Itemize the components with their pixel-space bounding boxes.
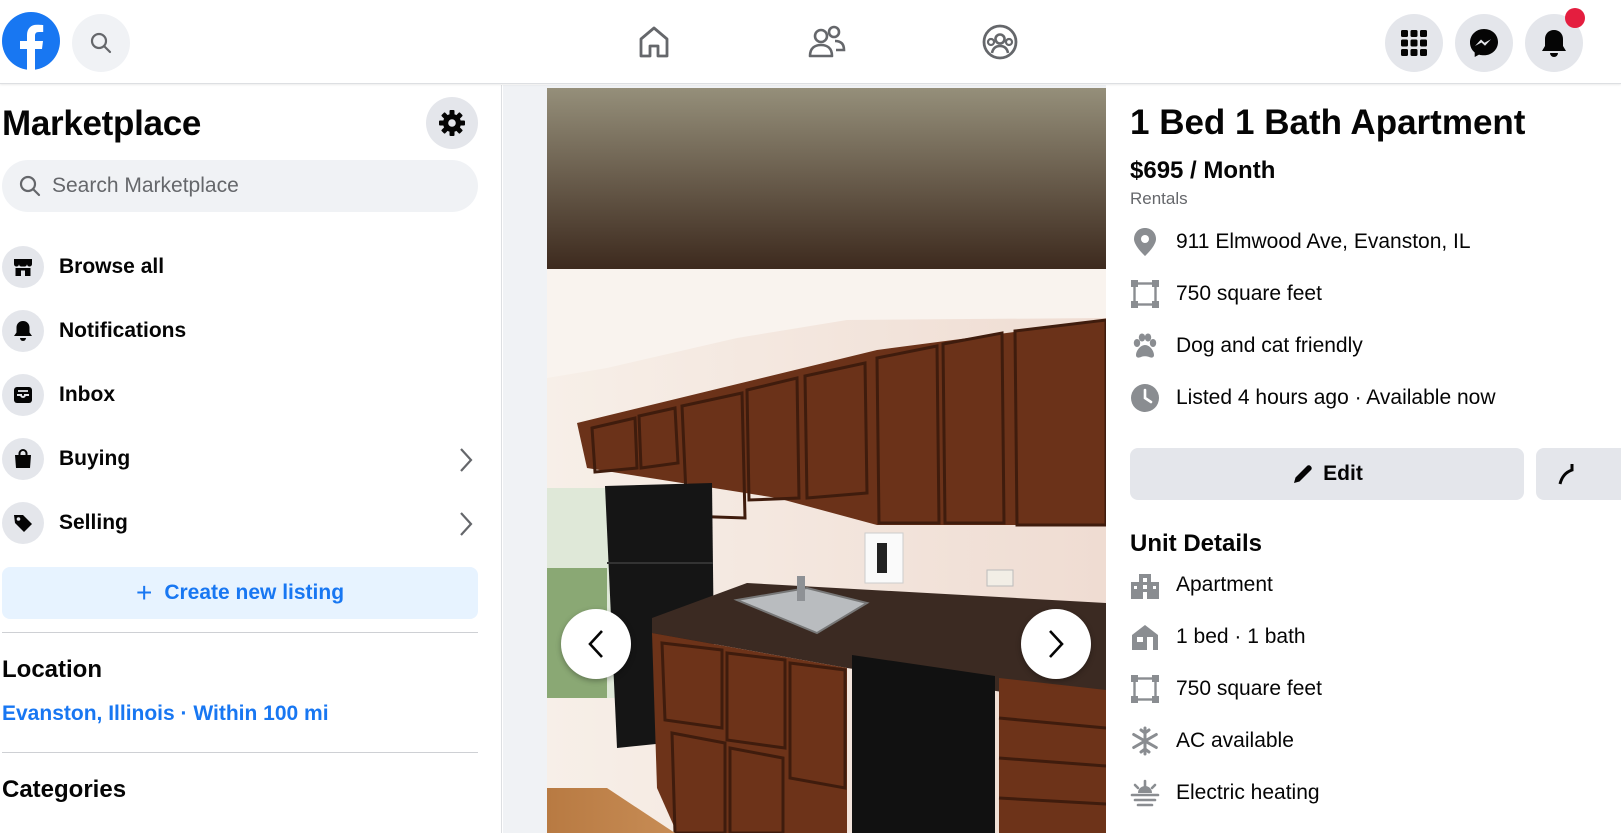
- friends-tab[interactable]: [803, 18, 851, 66]
- messenger-icon: [1470, 29, 1498, 57]
- listing-fact-listed: Listed 4 hours ago · Available now: [1130, 382, 1496, 414]
- unit-detail-rooms: 1 bed · 1 bath: [1130, 621, 1306, 653]
- settings-button[interactable]: [426, 97, 478, 149]
- listing-title: 1 Bed 1 Bath Apartment: [1130, 103, 1526, 142]
- kitchen-photo: [547, 88, 1106, 833]
- unit-details-heading: Unit Details: [1130, 530, 1263, 557]
- area-icon: [1130, 279, 1160, 309]
- divider: [2, 752, 478, 753]
- location-heading: Location: [2, 656, 102, 683]
- heating-icon: [1130, 778, 1160, 808]
- groups-tab[interactable]: [976, 18, 1024, 66]
- fact-text: Dog and cat friendly: [1176, 334, 1363, 357]
- sidebar-item-label: Notifications: [59, 319, 187, 342]
- building-icon: [1130, 570, 1160, 600]
- home-tab[interactable]: [630, 18, 678, 66]
- notification-badge: [1565, 8, 1585, 28]
- marketplace-search[interactable]: [2, 160, 478, 212]
- chevron-right-icon: [460, 448, 473, 472]
- edit-listing-button[interactable]: Edit: [1130, 448, 1524, 500]
- unit-detail-text: AC available: [1176, 729, 1294, 752]
- unit-detail-heating: Electric heating: [1130, 777, 1320, 809]
- sidebar-item-label: Buying: [59, 447, 131, 470]
- clock-icon: [1130, 383, 1160, 413]
- storefront-icon: [2, 246, 44, 288]
- menu-button[interactable]: [1385, 14, 1443, 72]
- chevron-right-icon: [460, 512, 473, 536]
- plus-icon: +: [135, 577, 153, 608]
- sidebar-item-selling[interactable]: Selling: [0, 495, 486, 551]
- sidebar-item-label: Inbox: [59, 383, 115, 406]
- snowflake-icon: [1130, 726, 1160, 756]
- chevron-left-icon: [588, 630, 603, 658]
- unit-detail-text: Electric heating: [1176, 781, 1320, 804]
- previous-photo-button[interactable]: [561, 609, 631, 679]
- next-photo-button[interactable]: [1021, 609, 1091, 679]
- fact-text: 911 Elmwood Ave, Evanston, IL: [1176, 230, 1471, 253]
- pencil-icon: [1294, 465, 1312, 483]
- facebook-logo[interactable]: [2, 12, 60, 70]
- fact-text: 750 square feet: [1176, 282, 1322, 305]
- listing-fact-pets: Dog and cat friendly: [1130, 330, 1363, 362]
- search-button[interactable]: [72, 14, 130, 72]
- menu-grid-icon: [1401, 30, 1427, 56]
- listing-photo: [547, 88, 1106, 833]
- messenger-button[interactable]: [1455, 14, 1513, 72]
- search-icon: [90, 32, 112, 54]
- chevron-right-icon: [1049, 630, 1064, 658]
- bell-icon: [1542, 30, 1566, 57]
- location-link[interactable]: Evanston, Illinois · Within 100 mi: [2, 702, 329, 726]
- listing-category[interactable]: Rentals: [1130, 189, 1188, 209]
- gear-icon: [439, 110, 465, 136]
- categories-heading: Categories: [2, 776, 127, 803]
- bell-icon: [2, 310, 44, 352]
- listing-price: $695 / Month: [1130, 157, 1276, 184]
- edit-label: Edit: [1323, 462, 1363, 485]
- shopping-bag-icon: [2, 438, 44, 480]
- inbox-icon: [2, 374, 44, 416]
- divider: [2, 632, 478, 633]
- page-title: Marketplace: [2, 104, 202, 143]
- location-pin-icon: [1130, 227, 1160, 257]
- search-icon: [19, 175, 41, 197]
- create-listing-label: Create new listing: [164, 581, 345, 604]
- listing-fact-address: 911 Elmwood Ave, Evanston, IL: [1130, 226, 1471, 258]
- share-button[interactable]: [1536, 448, 1621, 500]
- sidebar-item-notifications[interactable]: Notifications: [0, 303, 486, 359]
- unit-detail-area: 750 square feet: [1130, 673, 1322, 705]
- notifications-button[interactable]: [1525, 8, 1585, 72]
- unit-detail-ac: AC available: [1130, 725, 1294, 757]
- sidebar-item-browse-all[interactable]: Browse all: [0, 239, 486, 295]
- house-icon: [1130, 622, 1160, 652]
- home-icon: [639, 26, 669, 58]
- sidebar-item-inbox[interactable]: Inbox: [0, 367, 486, 423]
- share-icon: [1558, 464, 1574, 485]
- unit-detail-text: 750 square feet: [1176, 677, 1322, 700]
- groups-icon: [982, 24, 1018, 60]
- sidebar-item-label: Selling: [59, 511, 128, 534]
- area-icon: [1130, 674, 1160, 704]
- unit-detail-text: Apartment: [1176, 573, 1273, 596]
- friends-icon: [808, 25, 846, 58]
- unit-detail-text: 1 bed · 1 bath: [1176, 625, 1306, 648]
- create-listing-button[interactable]: + Create new listing: [2, 567, 478, 619]
- paw-icon: [1130, 331, 1160, 361]
- sidebar-item-buying[interactable]: Buying: [0, 431, 486, 487]
- unit-detail-type: Apartment: [1130, 569, 1273, 601]
- top-navigation-bar: [0, 0, 1621, 84]
- fact-text: Listed 4 hours ago · Available now: [1176, 386, 1496, 409]
- search-input[interactable]: [52, 174, 452, 198]
- price-tag-icon: [2, 502, 44, 544]
- sidebar-item-label: Browse all: [59, 255, 165, 278]
- listing-fact-area: 750 square feet: [1130, 278, 1322, 310]
